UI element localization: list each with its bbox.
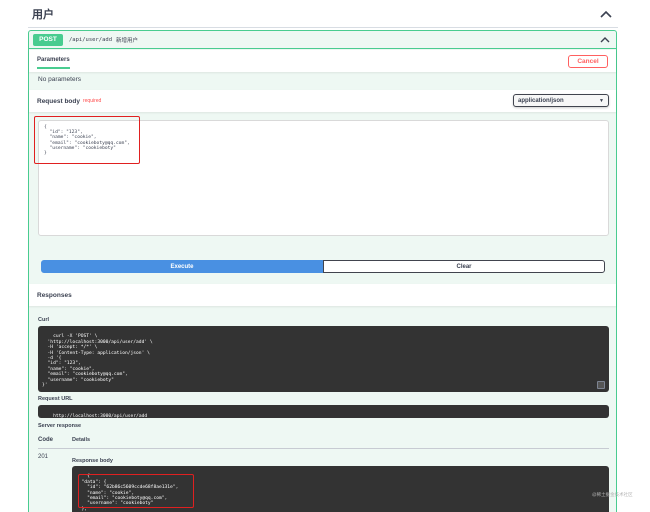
- cancel-button[interactable]: Cancel: [568, 54, 608, 68]
- execute-button[interactable]: Execute: [41, 260, 323, 273]
- code-header: Code: [38, 437, 53, 443]
- highlight-box-response: [78, 474, 194, 508]
- operation-summary[interactable]: POST /api/user/add 新增用户: [29, 31, 616, 49]
- copy-icon[interactable]: [597, 381, 605, 389]
- parameters-header: Parameters Cancel: [29, 50, 616, 72]
- no-parameters-text: No parameters: [38, 76, 81, 83]
- tab-parameters[interactable]: Parameters: [37, 57, 70, 69]
- watermark: @稀土掘金技术社区: [592, 492, 633, 497]
- response-table-header: Code Details: [38, 435, 609, 449]
- request-url-label: Request URL: [38, 396, 73, 402]
- content-type-select[interactable]: application/json ▼: [513, 94, 609, 107]
- curl-text: curl -X 'POST' \ 'http://localhost:3000/…: [42, 334, 153, 389]
- chevron-up-icon[interactable]: [598, 33, 612, 47]
- highlight-box-request: [34, 116, 140, 164]
- chevron-up-icon[interactable]: [598, 6, 614, 22]
- details-header: Details: [72, 437, 91, 443]
- chevron-down-icon: ▼: [599, 97, 604, 104]
- action-buttons: Execute Clear: [41, 260, 605, 273]
- request-body-label: Request body: [37, 97, 80, 105]
- required-label: required: [82, 98, 102, 104]
- tag-title: 用户: [32, 8, 54, 21]
- tag-header[interactable]: 用户: [28, 0, 618, 28]
- server-response-label: Server response: [38, 423, 82, 429]
- responses-label: Responses: [37, 291, 72, 299]
- method-badge: POST: [33, 33, 63, 46]
- content-type-value: application/json: [518, 97, 564, 104]
- responses-header: Responses: [29, 284, 616, 306]
- response-body-label: Response body: [72, 458, 113, 464]
- response-code: 201: [38, 454, 49, 460]
- curl-block: curl -X 'POST' \ 'http://localhost:3000/…: [38, 326, 609, 392]
- operation-block: POST /api/user/add 新增用户 Parameters Cance…: [28, 30, 617, 512]
- operation-path: /api/user/add: [69, 36, 113, 43]
- request-url-text: http://localhost:3000/api/user/add: [53, 414, 148, 420]
- clear-button[interactable]: Clear: [323, 260, 605, 273]
- curl-label: Curl: [38, 317, 49, 323]
- operation-description: 新增用户: [116, 37, 139, 44]
- request-url-block: http://localhost:3000/api/user/add: [38, 405, 609, 420]
